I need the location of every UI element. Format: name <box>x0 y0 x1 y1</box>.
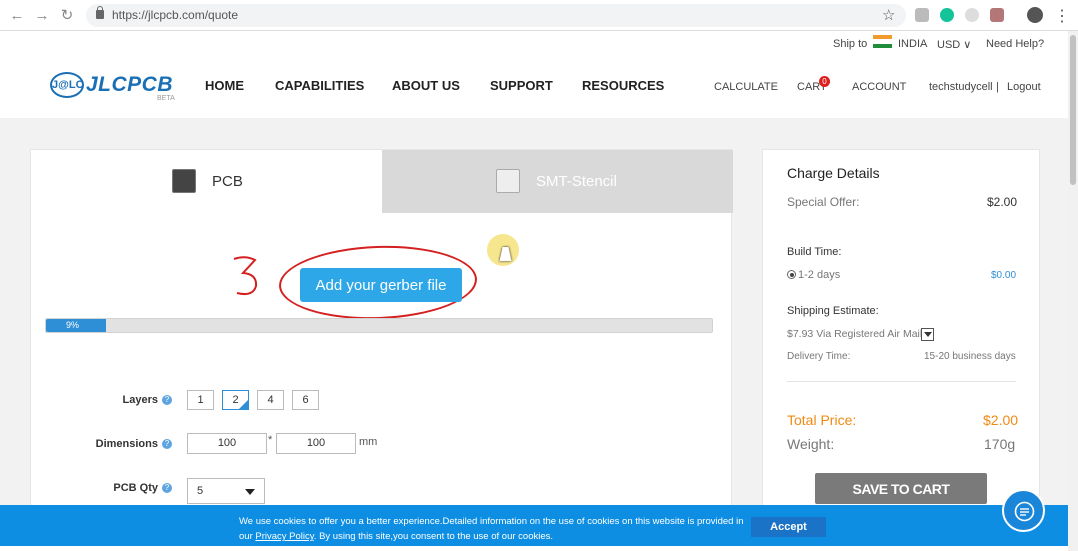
username-link[interactable]: techstudycell <box>929 81 993 93</box>
dimension-times: * <box>268 434 273 446</box>
profile-avatar[interactable] <box>1027 7 1043 23</box>
weight-label: Weight: <box>787 436 835 452</box>
lock-icon <box>96 6 104 19</box>
charge-title: Charge Details <box>787 165 880 181</box>
shipping-dropdown[interactable] <box>921 328 934 341</box>
currency-value: USD <box>937 39 961 51</box>
logout-link[interactable]: Logout <box>1007 81 1041 93</box>
add-gerber-file-button[interactable]: Add your gerber file <box>300 268 462 302</box>
annotation-number-3 <box>233 256 258 296</box>
logo-text: JLCPCB <box>86 73 174 96</box>
nav-resources-label: RESOURCES <box>582 78 665 93</box>
extension-pdf-icon[interactable] <box>990 8 1004 22</box>
dimension-x-input[interactable]: 100 <box>187 433 267 454</box>
page-scrollbar[interactable] <box>1068 31 1078 551</box>
dimensions-help-icon[interactable]: ? <box>162 439 172 449</box>
cookie-text-after: . By using this site,you consent to the … <box>313 531 554 542</box>
nav-home[interactable]: HOME <box>205 78 244 93</box>
nav-resources[interactable]: RESOURCES <box>582 78 678 161</box>
tab-smt-label: SMT-Stencil <box>536 173 617 190</box>
reload-icon[interactable]: ↻ <box>58 7 76 25</box>
stencil-icon <box>496 169 520 193</box>
layer-option-6[interactable]: 6 <box>292 390 319 410</box>
pcb-icon <box>172 169 196 193</box>
layer-option-1[interactable]: 1 <box>187 390 214 410</box>
special-offer-label: Special Offer: <box>787 195 860 209</box>
qty-help-icon[interactable]: ? <box>162 483 172 493</box>
country-selector[interactable]: INDIA <box>898 38 927 50</box>
bookmark-star-icon[interactable]: ☆ <box>882 6 895 24</box>
pcb-qty-value: 5 <box>197 485 204 497</box>
build-time-radio[interactable] <box>787 270 796 279</box>
cookie-consent-bar: We use cookies to offer you a better exp… <box>0 505 1068 546</box>
bottom-strip <box>0 546 1078 551</box>
pcb-qty-select[interactable]: 5 <box>187 478 265 504</box>
url-text: https://jlcpcb.com/quote <box>112 8 239 22</box>
build-time-label: Build Time: <box>787 246 842 258</box>
extension-grammarly-icon[interactable] <box>940 8 954 22</box>
layers-help-icon[interactable]: ? <box>162 395 172 405</box>
divider <box>787 381 1016 382</box>
cookie-message: We use cookies to offer you a better exp… <box>239 514 749 544</box>
accept-cookies-button[interactable]: Accept <box>751 517 826 537</box>
utility-bar: Ship to INDIA USD ∨ Need Help? <box>0 31 1068 55</box>
logo-beta-label: BETA <box>157 95 175 102</box>
special-offer-value: $2.00 <box>987 195 1018 209</box>
scrollbar-thumb[interactable] <box>1070 35 1076 185</box>
browser-menu-icon[interactable]: ⋮ <box>1054 6 1070 26</box>
total-price-label: Total Price: <box>787 412 857 428</box>
upload-progress-bar: 9% <box>45 318 713 333</box>
back-icon[interactable]: ← <box>8 7 26 25</box>
browser-toolbar: ← → ↻ https://jlcpcb.com/quote ☆ ⋮ <box>0 0 1078 31</box>
layers-label: Layers <box>122 394 158 406</box>
nav-account[interactable]: ACCOUNT <box>852 81 906 93</box>
ship-to-label: Ship to <box>833 38 868 50</box>
nav-capabilities[interactable]: CAPABILITIES <box>275 78 364 93</box>
cart-count-badge: 0 <box>819 76 830 87</box>
tab-pcb[interactable]: PCB <box>31 150 382 213</box>
pcb-qty-label: PCB Qty <box>113 482 158 494</box>
extension-fb-icon[interactable] <box>915 8 929 22</box>
tab-pcb-label: PCB <box>212 173 243 190</box>
address-bar[interactable]: https://jlcpcb.com/quote ☆ <box>86 4 906 27</box>
nav-calculate[interactable]: CALCULATE <box>714 81 778 93</box>
build-time-option: 1-2 days <box>798 269 841 281</box>
shipping-method: $7.93 Via Registered Air Mail <box>787 328 923 340</box>
nav-support[interactable]: SUPPORT <box>490 78 553 93</box>
logo-mark: J@LC <box>50 72 84 98</box>
weight-value: 170g <box>984 436 1016 452</box>
delivery-time-value: 15-20 business days <box>924 351 1016 362</box>
save-to-cart-button[interactable]: SAVE TO CART <box>815 473 987 504</box>
chevron-down-icon: ∨ <box>963 39 972 51</box>
chat-button[interactable] <box>1002 489 1045 532</box>
chat-icon <box>1014 501 1035 522</box>
delivery-time-label: Delivery Time: <box>787 351 851 362</box>
dimension-y-input[interactable]: 100 <box>276 433 356 454</box>
forward-icon[interactable]: → <box>33 7 51 25</box>
nav-about-us[interactable]: ABOUT US <box>392 78 460 93</box>
nav-separator: | <box>996 81 999 93</box>
total-price-value: $2.00 <box>983 412 1019 428</box>
need-help-link[interactable]: Need Help? <box>986 38 1044 50</box>
layer-option-2[interactable]: 2 <box>222 390 249 410</box>
privacy-policy-link[interactable]: Privacy Policy <box>255 531 313 542</box>
dimensions-label: Dimensions <box>95 438 158 450</box>
dropdown-arrow-icon <box>245 489 255 495</box>
tab-smt-stencil[interactable]: SMT-Stencil <box>382 150 733 213</box>
currency-selector[interactable]: USD ∨ <box>937 38 971 51</box>
layer-option-4[interactable]: 4 <box>257 390 284 410</box>
build-time-price: $0.00 <box>991 270 1017 281</box>
india-flag-icon <box>873 35 892 48</box>
dimension-unit: mm <box>359 436 378 448</box>
extension-circle-icon[interactable] <box>965 8 979 22</box>
shipping-estimate-label: Shipping Estimate: <box>787 305 879 317</box>
progress-label: 9% <box>66 320 80 330</box>
